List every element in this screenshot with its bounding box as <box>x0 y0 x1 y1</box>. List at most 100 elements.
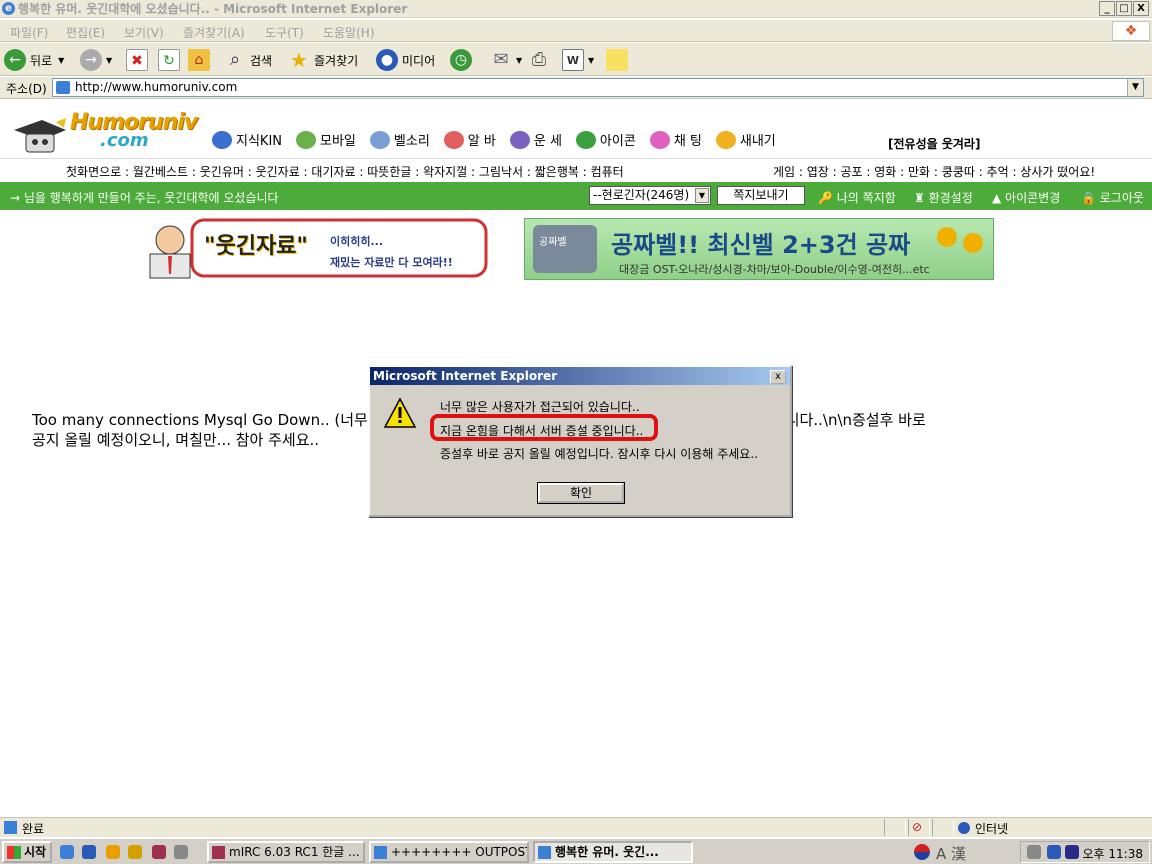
favorites-button[interactable]: ★ 즐겨찾기 <box>288 48 358 72</box>
category-label: 아이콘 <box>599 134 636 149</box>
minimize-button[interactable]: _ <box>1099 1 1115 16</box>
close-button[interactable]: X <box>1133 1 1149 16</box>
tray-app-icon[interactable] <box>1065 845 1079 859</box>
task-humoruniv[interactable]: 행복한 유머. 웃긴... <box>533 841 693 863</box>
category-item[interactable]: 모바일 <box>296 130 356 149</box>
desktop-icon[interactable] <box>60 845 74 859</box>
printer-icon: ⎙ <box>531 49 547 70</box>
funny-data-banner[interactable]: "웃긴자료" 이히히히... 재밌는 자료만 다 모여라!! <box>142 218 488 280</box>
banner2-headline: 공짜벨!! 최신벨 2+3건 공짜 <box>611 231 911 259</box>
forward-button[interactable]: → ▼ <box>80 48 112 72</box>
settings-link[interactable]: ♜ 환경설정 <box>914 189 973 206</box>
maximize-button[interactable]: □ <box>1116 1 1132 16</box>
task-label: mIRC 6.03 RC1 한글 ... <box>229 845 360 859</box>
chevron-down-icon: ▼ <box>695 188 709 203</box>
category-item[interactable]: 채 팅 <box>649 130 702 149</box>
free-bell-banner[interactable]: 공짜벨 공짜벨!! 최신벨 2+3건 공짜 대장금 OST-오나라/성시경-차마… <box>524 218 994 280</box>
category-label: 새내기 <box>739 134 776 149</box>
banner1-title: "웃긴자료" <box>204 234 308 259</box>
dialog-line1: 너무 많은 사용자가 접근되어 있습니다.. <box>440 400 640 414</box>
app-icon[interactable] <box>174 845 188 859</box>
star-icon: ★ <box>290 48 308 72</box>
menu-help[interactable]: 도움말(H) <box>323 24 375 41</box>
category-label: 알 바 <box>467 134 496 149</box>
menu-tools[interactable]: 도구(T) <box>265 24 304 41</box>
subnav-links-left[interactable]: 첫화면으로 : 월간베스트 : 웃긴유머 : 웃긴자료 : 대기자료 : 따뜻한… <box>66 163 624 180</box>
home-button[interactable]: ⌂ <box>188 48 214 72</box>
category-label: 운 세 <box>533 134 562 149</box>
refresh-button[interactable]: ↻ <box>158 48 184 72</box>
change-icon-link[interactable]: ▲ 아이콘변경 <box>992 189 1060 206</box>
back-button[interactable]: ← 뒤로 ▼ <box>4 48 64 72</box>
address-dropdown-button[interactable]: ▼ <box>1127 79 1143 96</box>
warning-icon <box>384 397 416 428</box>
home-icon: ⌂ <box>188 49 210 71</box>
task-mirc[interactable]: mIRC 6.03 RC1 한글 ... <box>207 841 365 863</box>
mobile-icon <box>296 130 317 149</box>
refresh-icon: ↻ <box>158 49 180 71</box>
banner2-sub: 대장금 OST-오나라/성시경-차마/보아-Double/이수영-여전히...e… <box>619 263 930 276</box>
bell-icon <box>369 130 390 149</box>
address-label: 주소(D) <box>6 82 47 96</box>
ime-indicator[interactable]: A 漢 <box>936 843 966 864</box>
online-users-value: --현로긴자(246명) <box>593 188 690 202</box>
kin-icon <box>212 130 232 149</box>
subnav-links-right[interactable]: 게임 : 엽장 : 공포 : 영화 : 만화 : 쿵쿵따 : 추억 : 상사가 … <box>773 163 1095 180</box>
chat-icon <box>649 130 670 149</box>
history-button[interactable]: ◷ <box>450 48 476 72</box>
forward-arrow-icon: → <box>80 49 102 71</box>
freshman-icon <box>715 130 736 149</box>
address-bar: 주소(D) http://www.humoruniv.com ▼ <box>0 77 1152 99</box>
status-text: 완료 <box>22 822 45 836</box>
category-item[interactable]: 운 세 <box>509 130 562 149</box>
start-button[interactable]: 시작 <box>2 841 52 863</box>
ok-button[interactable]: 확인 <box>537 482 625 504</box>
status-divider <box>932 819 954 836</box>
media-icon: ● <box>376 49 398 71</box>
logout-link[interactable]: 🔒 로그아웃 <box>1081 189 1144 206</box>
stop-button[interactable]: ✖ <box>126 48 152 72</box>
menu-file[interactable]: 파일(F) <box>10 24 48 41</box>
my-messages-link[interactable]: 🔑 나의 쪽지함 <box>818 189 896 206</box>
search-button[interactable]: ⌕ 검색 <box>224 48 272 72</box>
media-button[interactable]: ● 미디어 <box>376 48 435 72</box>
link-label: 아이콘변경 <box>1005 191 1061 205</box>
category-item[interactable]: 알 바 <box>443 130 496 149</box>
ie-quicklaunch-icon[interactable] <box>82 845 96 859</box>
category-item[interactable]: 아이콘 <box>575 130 636 149</box>
icon-shop-icon <box>575 130 596 149</box>
menu-edit[interactable]: 편집(E) <box>66 24 105 41</box>
edit-button[interactable]: W ▼ <box>562 48 594 72</box>
mail-button[interactable]: ✉ ▼ <box>490 48 522 72</box>
history-icon: ◷ <box>450 49 472 71</box>
category-item[interactable]: 지식KIN <box>212 130 282 149</box>
messenger-button[interactable] <box>606 48 632 72</box>
window-title-bar: e 행복한 유머. 웃긴대학에 오셨습니다.. - Microsoft Inte… <box>0 0 1152 18</box>
member-bar: → 님을 행복하게 만들어 주는, 웃긴대학에 오셨습니다 --현로긴자(246… <box>0 182 1152 210</box>
network-icon[interactable] <box>1027 845 1041 859</box>
send-message-button[interactable]: 쪽지보내기 <box>717 186 805 205</box>
banner2-tag: 공짜벨 <box>539 237 567 248</box>
red-highlight-circle <box>430 414 658 441</box>
online-users-select[interactable]: --현로긴자(246명) ▼ <box>589 186 711 205</box>
address-input[interactable]: http://www.humoruniv.com ▼ <box>52 78 1144 97</box>
note-icon <box>606 49 628 71</box>
category-item[interactable]: 벨소리 <box>369 130 430 149</box>
ie-icon <box>538 846 551 859</box>
taskbar: 시작 mIRC 6.03 RC1 한글 ... ++++++++ OUTPOST… <box>0 838 1152 864</box>
site-logo[interactable]: Humoruniv .com <box>10 108 210 158</box>
app-icon[interactable] <box>152 845 166 859</box>
tray-app-icon[interactable] <box>1047 845 1061 859</box>
task-outpost[interactable]: ++++++++ OUTPOST +... <box>369 841 529 863</box>
menu-view[interactable]: 보기(V) <box>124 24 164 41</box>
banner-graphic <box>149 218 488 279</box>
dialog-title: Microsoft Internet Explorer <box>370 367 790 385</box>
print-button[interactable]: ⎙ <box>528 48 554 72</box>
category-item[interactable]: 새내기 <box>715 130 776 149</box>
app-icon[interactable] <box>128 845 142 859</box>
page-icon <box>56 81 70 94</box>
media-player-icon[interactable] <box>106 845 120 859</box>
menu-favorites[interactable]: 즐겨찾기(A) <box>183 24 245 41</box>
dialog-close-button[interactable]: x <box>770 370 786 384</box>
category-label: 채 팅 <box>673 134 702 149</box>
